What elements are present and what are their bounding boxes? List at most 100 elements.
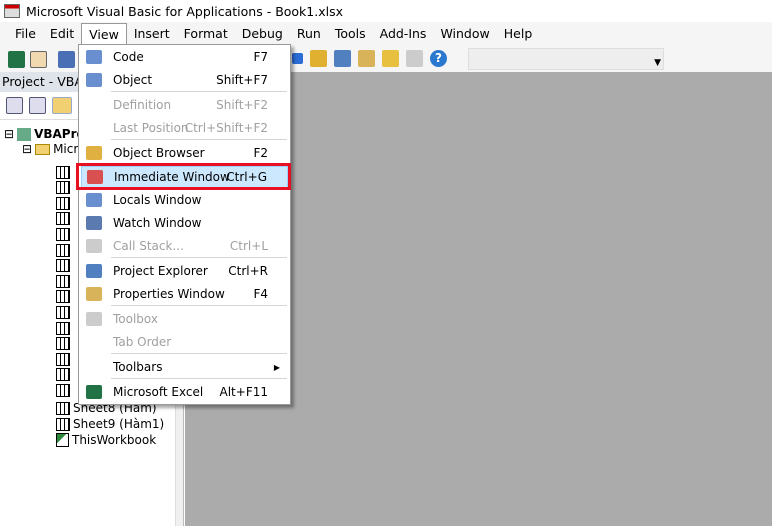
design-mode-icon[interactable] bbox=[310, 50, 327, 67]
menu-item-label: Watch Window bbox=[113, 216, 202, 230]
menu-item-watch-window[interactable]: Watch Window bbox=[81, 212, 288, 234]
menu-help[interactable]: Help bbox=[497, 23, 540, 45]
worksheet-icon bbox=[56, 196, 70, 210]
view-object-icon[interactable] bbox=[29, 97, 46, 114]
worksheet-icon bbox=[56, 165, 70, 179]
menu-item-code[interactable]: Code F7 bbox=[81, 46, 288, 68]
tree-item[interactable]: Sheet9 (Hàm1) bbox=[56, 416, 165, 432]
tree-sheet-item[interactable] bbox=[56, 273, 70, 289]
tree-sheet-item[interactable] bbox=[56, 336, 70, 352]
menu-item-label: Definition bbox=[113, 98, 172, 112]
tree-sheet-item[interactable] bbox=[56, 320, 70, 336]
menu-view[interactable]: View bbox=[81, 23, 127, 45]
worksheet-icon bbox=[56, 290, 70, 304]
tree-item-label: ThisWorkbook bbox=[72, 433, 157, 447]
worksheet-icon bbox=[56, 417, 70, 431]
menu-file[interactable]: File bbox=[8, 23, 43, 45]
properties-icon[interactable] bbox=[358, 50, 375, 67]
menu-item-shortcut: F2 bbox=[253, 146, 268, 160]
menu-item-toolbars[interactable]: Toolbars ▶ bbox=[81, 356, 288, 378]
menu-item-shortcut: Alt+F11 bbox=[219, 385, 268, 399]
menu-separator bbox=[111, 257, 287, 258]
location-combo[interactable]: ▼ bbox=[468, 48, 664, 70]
excel-icon[interactable] bbox=[8, 50, 25, 68]
save-icon[interactable] bbox=[58, 50, 75, 68]
toolbox-icon bbox=[86, 312, 102, 326]
toggle-folders-icon[interactable] bbox=[52, 97, 72, 114]
tree-sheet-item[interactable] bbox=[56, 164, 70, 180]
vba-app-icon bbox=[4, 4, 20, 18]
menu-item-label: Object Browser bbox=[113, 146, 205, 160]
object-icon bbox=[86, 73, 102, 87]
menu-item-properties-window[interactable]: Properties Window F4 bbox=[81, 283, 288, 305]
tree-item[interactable]: ThisWorkbook bbox=[56, 432, 157, 448]
worksheet-icon bbox=[56, 227, 70, 241]
menu-item-label: Toolbox bbox=[113, 312, 158, 326]
highlight-annotation-box bbox=[76, 163, 291, 190]
menu-item-microsoft-excel[interactable]: Microsoft Excel Alt+F11 bbox=[81, 381, 288, 403]
object-browser-icon bbox=[86, 146, 102, 160]
menu-item-shortcut: Shift+F7 bbox=[216, 73, 268, 87]
tree-sheet-item[interactable] bbox=[56, 289, 70, 305]
menu-item-label: Project Explorer bbox=[113, 264, 208, 278]
menu-item-object-browser[interactable]: Object Browser F2 bbox=[81, 142, 288, 164]
tree-sheet-item[interactable] bbox=[56, 258, 70, 274]
menu-item-locals-window[interactable]: Locals Window bbox=[81, 189, 288, 211]
tree-sheet-item[interactable] bbox=[56, 304, 70, 320]
menu-tools[interactable]: Tools bbox=[328, 23, 373, 45]
view-code-icon[interactable] bbox=[6, 97, 23, 114]
menu-item-project-explorer[interactable]: Project Explorer Ctrl+R bbox=[81, 260, 288, 282]
menu-item-shortcut: Ctrl+R bbox=[228, 264, 268, 278]
menu-item-label: Code bbox=[113, 50, 144, 64]
folder-icon bbox=[35, 143, 51, 155]
worksheet-icon bbox=[56, 212, 70, 226]
title-bar: Microsoft Visual Basic for Applications … bbox=[0, 0, 772, 22]
toolbox-icon[interactable] bbox=[406, 50, 423, 67]
menu-edit[interactable]: Edit bbox=[43, 23, 81, 45]
tree-sheet-item[interactable] bbox=[56, 226, 70, 242]
menu-item-label: Call Stack... bbox=[113, 239, 184, 253]
collapse-icon: ⊟ bbox=[22, 142, 33, 156]
menu-run[interactable]: Run bbox=[290, 23, 328, 45]
worksheet-icon bbox=[56, 259, 70, 273]
tree-sheet-item[interactable] bbox=[56, 195, 70, 211]
tree-sheet-item[interactable] bbox=[56, 351, 70, 367]
menu-item-label: Toolbars bbox=[113, 360, 163, 374]
worksheet-icon bbox=[56, 181, 70, 195]
vbaproject-icon bbox=[17, 127, 32, 141]
menu-item-shortcut: Ctrl+L bbox=[229, 239, 268, 253]
worksheet-icon bbox=[56, 321, 70, 335]
properties-icon bbox=[86, 287, 102, 301]
menu-item-label: Locals Window bbox=[113, 193, 202, 207]
object-browser-icon[interactable] bbox=[382, 50, 399, 67]
menu-window[interactable]: Window bbox=[433, 23, 496, 45]
menu-item-tab-order[interactable]: Tab Order bbox=[81, 331, 288, 353]
reset-icon[interactable] bbox=[292, 53, 303, 64]
worksheet-icon bbox=[56, 368, 70, 382]
watch-window-icon bbox=[86, 216, 102, 230]
menu-item-toolbox[interactable]: Toolbox bbox=[81, 308, 288, 330]
menu-item-call-stack[interactable]: Call Stack... Ctrl+L bbox=[81, 235, 288, 257]
tree-sheet-item[interactable] bbox=[56, 367, 70, 383]
menu-item-shortcut: Ctrl+Shift+F2 bbox=[184, 121, 268, 135]
help-icon[interactable]: ? bbox=[430, 50, 447, 67]
menu-item-last-position[interactable]: Last Position Ctrl+Shift+F2 bbox=[81, 117, 288, 139]
menu-item-object[interactable]: Object Shift+F7 bbox=[81, 69, 288, 91]
tree-sheet-item[interactable] bbox=[56, 242, 70, 258]
tree-sheet-item[interactable] bbox=[56, 211, 70, 227]
menu-bar: File Edit View Insert Format Debug Run Tools Add… bbox=[0, 22, 772, 46]
menu-item-definition[interactable]: Definition Shift+F2 bbox=[81, 94, 288, 116]
menu-debug[interactable]: Debug bbox=[235, 23, 290, 45]
project-explorer-icon[interactable] bbox=[334, 50, 351, 67]
worksheet-icon bbox=[56, 274, 70, 288]
insert-userform-icon[interactable] bbox=[30, 50, 47, 68]
worksheet-icon bbox=[56, 352, 70, 366]
menu-insert[interactable]: Insert bbox=[127, 23, 177, 45]
menu-format[interactable]: Format bbox=[177, 23, 235, 45]
tree-sheet-item[interactable] bbox=[56, 382, 70, 398]
toolbar-right: ? bbox=[292, 50, 447, 67]
tree-sheet-item[interactable] bbox=[56, 180, 70, 196]
window-title: Microsoft Visual Basic for Applications … bbox=[26, 3, 344, 19]
menu-item-shortcut: Shift+F2 bbox=[216, 98, 268, 112]
menu-addins[interactable]: Add-Ins bbox=[373, 23, 434, 45]
